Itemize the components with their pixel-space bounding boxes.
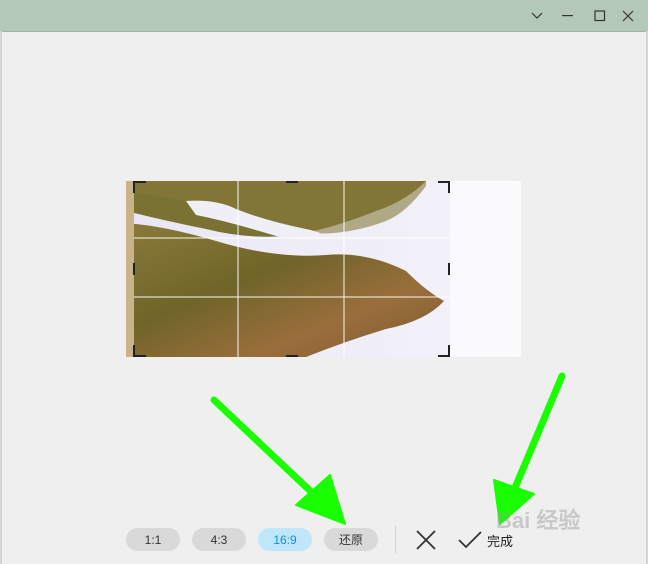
close-icon [416, 530, 436, 550]
toolbar-divider [395, 526, 396, 553]
close-icon[interactable] [612, 0, 644, 31]
ratio-1-1-button[interactable]: 1:1 [126, 528, 180, 551]
minimize-icon[interactable] [552, 0, 584, 31]
baidu-watermark: Bai 经验 [494, 500, 644, 540]
crop-outside-mask [450, 181, 521, 357]
ratio-16-9-button[interactable]: 16:9 [258, 528, 312, 551]
window-edge-left [0, 31, 2, 564]
crop-image-area[interactable] [126, 181, 521, 357]
title-bar [0, 0, 648, 32]
restore-button[interactable]: 还原 [324, 528, 378, 551]
chevron-down-icon[interactable] [521, 0, 553, 31]
watermark-text: Bai 经验 [496, 508, 580, 533]
cancel-button[interactable] [412, 526, 440, 554]
check-icon [458, 531, 482, 549]
ratio-4-3-button[interactable]: 4:3 [192, 528, 246, 551]
